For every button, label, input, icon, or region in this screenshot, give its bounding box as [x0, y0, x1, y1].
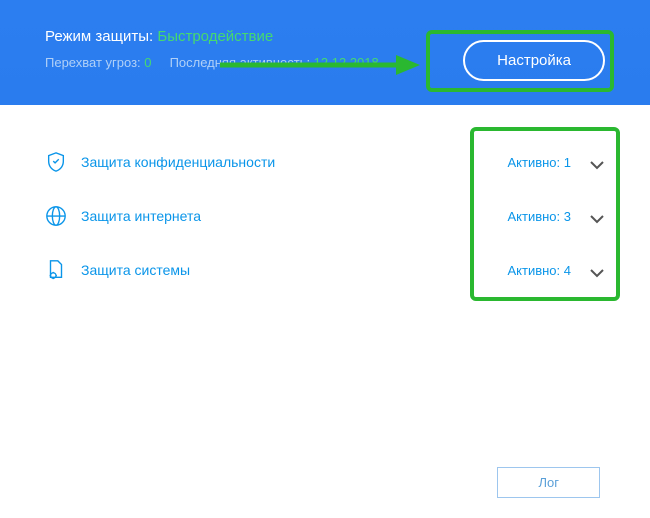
shield-icon	[45, 151, 67, 173]
header-panel: Режим защиты: Быстродействие Перехват уг…	[0, 0, 650, 105]
system-label: Защита системы	[81, 262, 508, 278]
privacy-label: Защита конфиденциальности	[81, 154, 508, 170]
threats-label: Перехват угроз:	[45, 55, 144, 70]
globe-icon	[45, 205, 67, 227]
settings-button[interactable]: Настройка	[463, 40, 605, 81]
chevron-down-icon	[589, 157, 605, 167]
document-gear-icon	[45, 259, 67, 281]
internet-status: Активно: 3	[508, 209, 572, 224]
privacy-protection-row[interactable]: Защита конфиденциальности Активно: 1	[45, 135, 605, 189]
log-button[interactable]: Лог	[497, 467, 600, 498]
system-protection-row[interactable]: Защита системы Активно: 4	[45, 243, 605, 297]
chevron-down-icon	[589, 211, 605, 221]
chevron-down-icon	[589, 265, 605, 275]
content-area: Защита конфиденциальности Активно: 1 Защ…	[0, 105, 650, 297]
activity-value: 12.12.2018	[314, 55, 379, 70]
activity-label: Последняя активность:	[170, 55, 314, 70]
internet-protection-row[interactable]: Защита интернета Активно: 3	[45, 189, 605, 243]
internet-label: Защита интернета	[81, 208, 508, 224]
privacy-status: Активно: 1	[508, 155, 572, 170]
mode-label: Режим защиты:	[45, 28, 157, 45]
system-status: Активно: 4	[508, 263, 572, 278]
mode-value: Быстродействие	[157, 28, 273, 45]
threats-value: 0	[144, 55, 151, 70]
footer: Лог	[497, 467, 600, 498]
